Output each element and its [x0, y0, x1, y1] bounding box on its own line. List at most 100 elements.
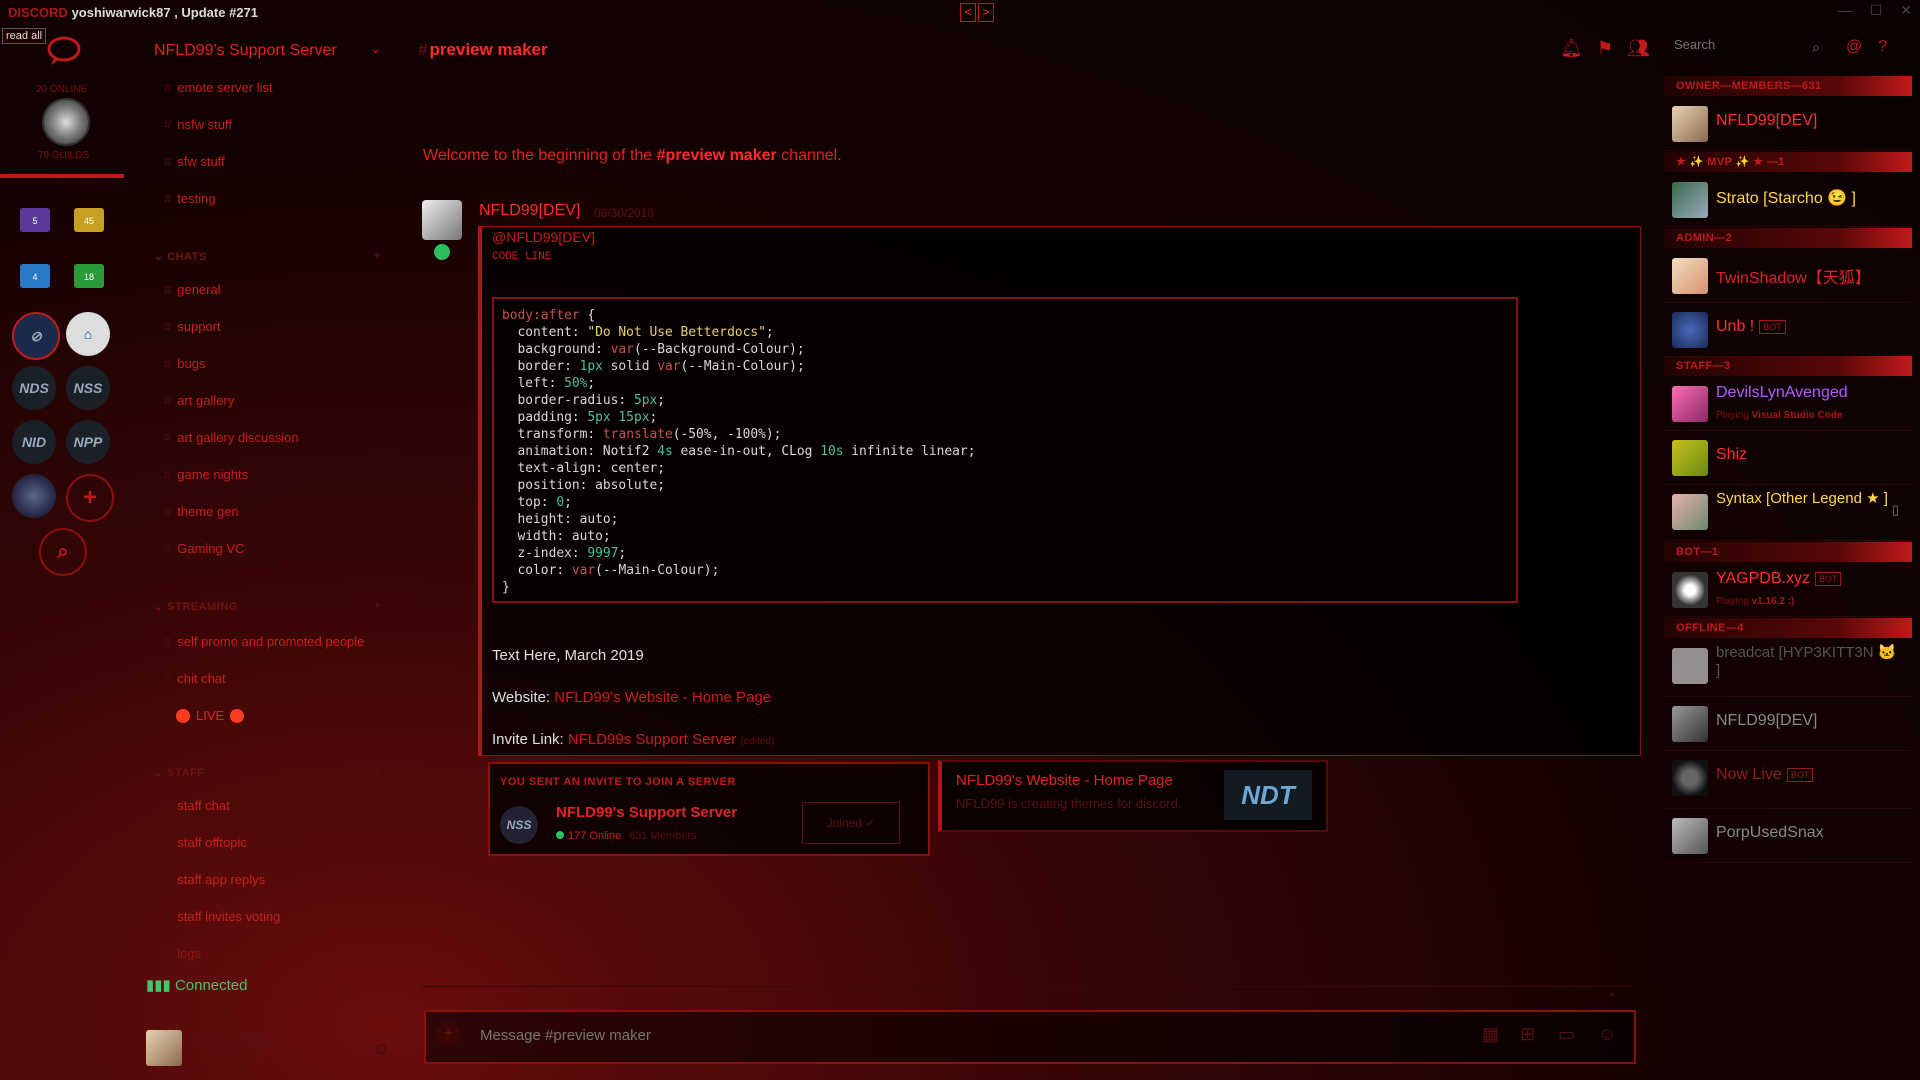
hash-icon: #	[164, 117, 172, 132]
invite-stats: 177 Online 631 Members	[556, 830, 696, 842]
channel-item[interactable]: # art gallery	[164, 393, 234, 408]
member-item[interactable]: Syntax [Other Legend ★ ] ▯	[1664, 484, 1912, 541]
member-item[interactable]: YAGPDB.xyz BOT Playing v1.16.2 :)	[1664, 562, 1912, 617]
channel-item[interactable]: # game nights	[164, 467, 248, 482]
channel-item[interactable]: # sfw stuff	[164, 154, 225, 169]
member-item[interactable]: breadcat [HYP3KITT3N 🐱 ]	[1664, 638, 1912, 697]
channel-item[interactable]: # art gallery discussion	[164, 430, 299, 445]
add-channel-icon[interactable]: +	[374, 600, 381, 612]
guild-icon[interactable]: NDS	[12, 366, 56, 410]
notification-bell-icon[interactable]: 🔔︎	[1560, 38, 1583, 59]
role-header: OWNER—MEMBERS—631	[1664, 76, 1912, 96]
back-button[interactable]: <	[960, 3, 976, 22]
member-list: OWNER—MEMBERS—631 NFLD99[DEV] ★ ✨ MVP ✨ …	[1664, 76, 1912, 876]
message-input[interactable]	[478, 1026, 1382, 1045]
category-streaming[interactable]: ⌄ STREAMING +	[154, 600, 380, 613]
channel-item[interactable]: # chit chat	[164, 671, 226, 686]
mentions-icon[interactable]: ⚑	[1597, 38, 1613, 59]
maximize-icon[interactable]: ☐	[1870, 2, 1883, 19]
search-input[interactable]	[1672, 36, 1796, 53]
channel-item[interactable]: # general	[164, 282, 221, 297]
guild-icon[interactable]	[12, 474, 56, 518]
channel-item[interactable]: # testing	[164, 191, 216, 206]
member-item[interactable]: Unb ! BOT	[1664, 302, 1912, 357]
search-icon[interactable]: ⌕	[39, 528, 87, 576]
upload-icon[interactable]: +	[436, 1022, 460, 1046]
member-item[interactable]: Strato [Starcho 😉 ]	[1664, 172, 1912, 227]
message-author[interactable]: NFLD99[DEV]	[479, 202, 580, 220]
channel-item[interactable]: # nsfw stuff	[164, 117, 232, 132]
gift-icon[interactable]: ⊞	[1520, 1024, 1535, 1045]
guild-folder-icon[interactable]: 4	[20, 264, 50, 288]
translate-icon[interactable]: ▦	[1482, 1024, 1499, 1045]
search-icon[interactable]: ⌕	[1812, 39, 1820, 56]
embed-title[interactable]: NFLD99's Website - Home Page	[956, 772, 1173, 789]
bot-badge: BOT	[1814, 571, 1842, 586]
voice-channel-item[interactable]: # Gaming VC	[164, 541, 244, 556]
live-channel[interactable]: LIVE	[176, 708, 245, 723]
channel-item[interactable]: # staff app replys	[164, 872, 265, 887]
direct-messages-icon[interactable]	[46, 36, 82, 66]
guild-icon[interactable]: NSS	[66, 366, 110, 410]
channel-item[interactable]: # self promo and promoted people	[164, 634, 364, 649]
at-icon[interactable]: @	[1846, 38, 1862, 56]
invite-link[interactable]: NFLD99s Support Server	[568, 731, 736, 748]
channel-item[interactable]: # support	[164, 319, 221, 334]
guild-folder-icon[interactable]: 5	[20, 208, 50, 232]
guild-icon[interactable]: NPP	[66, 420, 110, 464]
member-item[interactable]: Now Live BOT	[1664, 750, 1912, 809]
emoji-icon[interactable]: ☺	[1598, 1024, 1616, 1045]
joined-button[interactable]: Joined ✓	[802, 802, 900, 844]
read-all-button[interactable]: read all	[2, 28, 47, 44]
member-name: Unb ! BOT	[1716, 318, 1786, 336]
guild-folder-icon[interactable]: 45	[74, 208, 104, 232]
chevron-up-icon[interactable]: ⌃	[1606, 990, 1618, 1007]
channel-item[interactable]: # staff invites voting	[164, 909, 280, 924]
user-avatar[interactable]	[42, 98, 90, 146]
disconnect-icon[interactable]: ☏	[334, 982, 354, 1002]
server-name[interactable]: NFLD99's Support Server	[154, 42, 337, 60]
website-link[interactable]: NFLD99's Website - Home Page	[554, 689, 771, 706]
help-icon[interactable]: ?	[1878, 38, 1887, 56]
gif-icon[interactable]: ▭	[1558, 1024, 1575, 1045]
avatar[interactable]	[422, 200, 462, 240]
minimize-icon[interactable]: —	[1838, 2, 1852, 19]
close-icon[interactable]: ✕	[1900, 2, 1912, 19]
guild-count: 79 GUILDS	[38, 150, 90, 161]
chevron-down-icon[interactable]: ⌄	[370, 40, 382, 57]
member-item[interactable]: TwinShadow【天狐】	[1664, 248, 1912, 303]
online-count: 20 ONLINE	[36, 84, 88, 95]
category-staff[interactable]: ⌄ STAFF +	[154, 766, 380, 779]
avatar[interactable]	[146, 1030, 182, 1066]
guild-icon[interactable]: ⊘	[12, 312, 60, 360]
user-mention[interactable]: @NFLD99[DEV]	[492, 229, 595, 245]
guild-folder-icon[interactable]: 18	[74, 264, 104, 288]
member-list-icon[interactable]: 👥︎	[1627, 38, 1650, 59]
channel-item[interactable]: # staff chat	[164, 798, 230, 813]
add-server-icon[interactable]: +	[66, 474, 114, 522]
channel-item[interactable]: # emote server list	[164, 80, 273, 95]
guild-icon[interactable]: NID	[12, 420, 56, 464]
speaker-icon: #	[164, 541, 172, 556]
settings-gear-icon[interactable]: ⚙	[374, 1040, 388, 1060]
screen-share-icon[interactable]: ▭	[300, 982, 315, 1002]
category-chats[interactable]: ⌄ CHATS +	[154, 250, 380, 263]
hash-icon: #	[164, 798, 172, 813]
link-embed[interactable]: NFLD99's Website - Home Page NFLD99 is c…	[938, 760, 1328, 832]
channel-item[interactable]: # bugs	[164, 356, 205, 371]
forward-button[interactable]: >	[978, 3, 994, 22]
member-item[interactable]: Shiz	[1664, 430, 1912, 485]
guild-icon[interactable]: ⌂	[66, 312, 110, 356]
channel-item[interactable]: # staff offtopic	[164, 835, 247, 850]
add-channel-icon[interactable]: +	[374, 766, 381, 778]
voice-status[interactable]: ▮▮▮ Connected	[146, 976, 248, 994]
member-item[interactable]: PorpUsedSnax	[1664, 808, 1912, 863]
hash-icon: #	[164, 872, 172, 887]
channel-item[interactable]: # theme gen	[164, 504, 239, 519]
add-channel-icon[interactable]: +	[374, 250, 381, 262]
member-name: TwinShadow【天狐】	[1716, 270, 1871, 287]
member-item[interactable]: NFLD99[DEV]	[1664, 96, 1912, 151]
member-item[interactable]: NFLD99[DEV]	[1664, 696, 1912, 751]
channel-item[interactable]: # logs	[164, 946, 201, 961]
member-item[interactable]: DevilsLynAvenged Playing Visual Studio Co…	[1664, 376, 1912, 431]
